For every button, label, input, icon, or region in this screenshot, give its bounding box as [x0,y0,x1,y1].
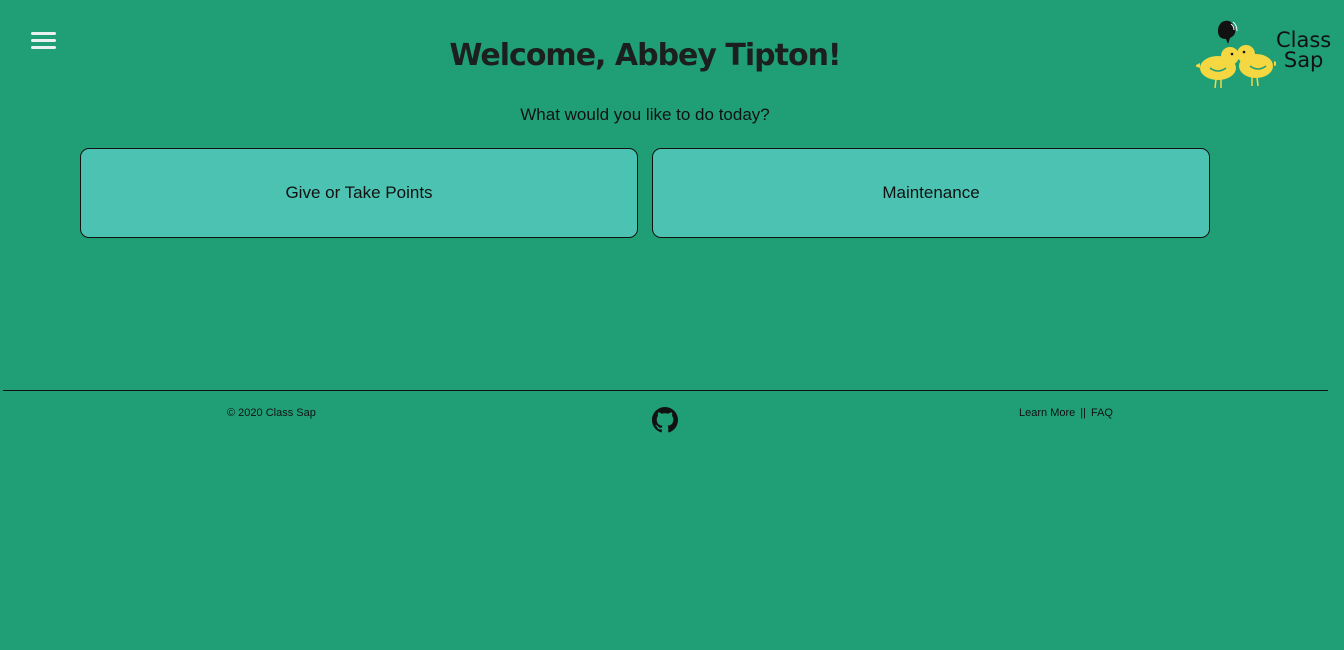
faq-link[interactable]: FAQ [1091,407,1113,419]
footer-links: Learn More || FAQ [1019,407,1113,419]
footer-divider [3,390,1328,391]
give-or-take-points-button[interactable]: Give or Take Points [80,148,638,238]
footer-copyright: © 2020 Class Sap [227,407,316,419]
page-subtitle: What would you like to do today? [520,105,770,124]
footer-separator: || [1080,407,1086,419]
page-title: Welcome, Abbey Tipton! [449,38,841,73]
learn-more-link[interactable]: Learn More [1019,407,1075,419]
github-icon[interactable] [652,407,678,433]
maintenance-button[interactable]: Maintenance [652,148,1210,238]
